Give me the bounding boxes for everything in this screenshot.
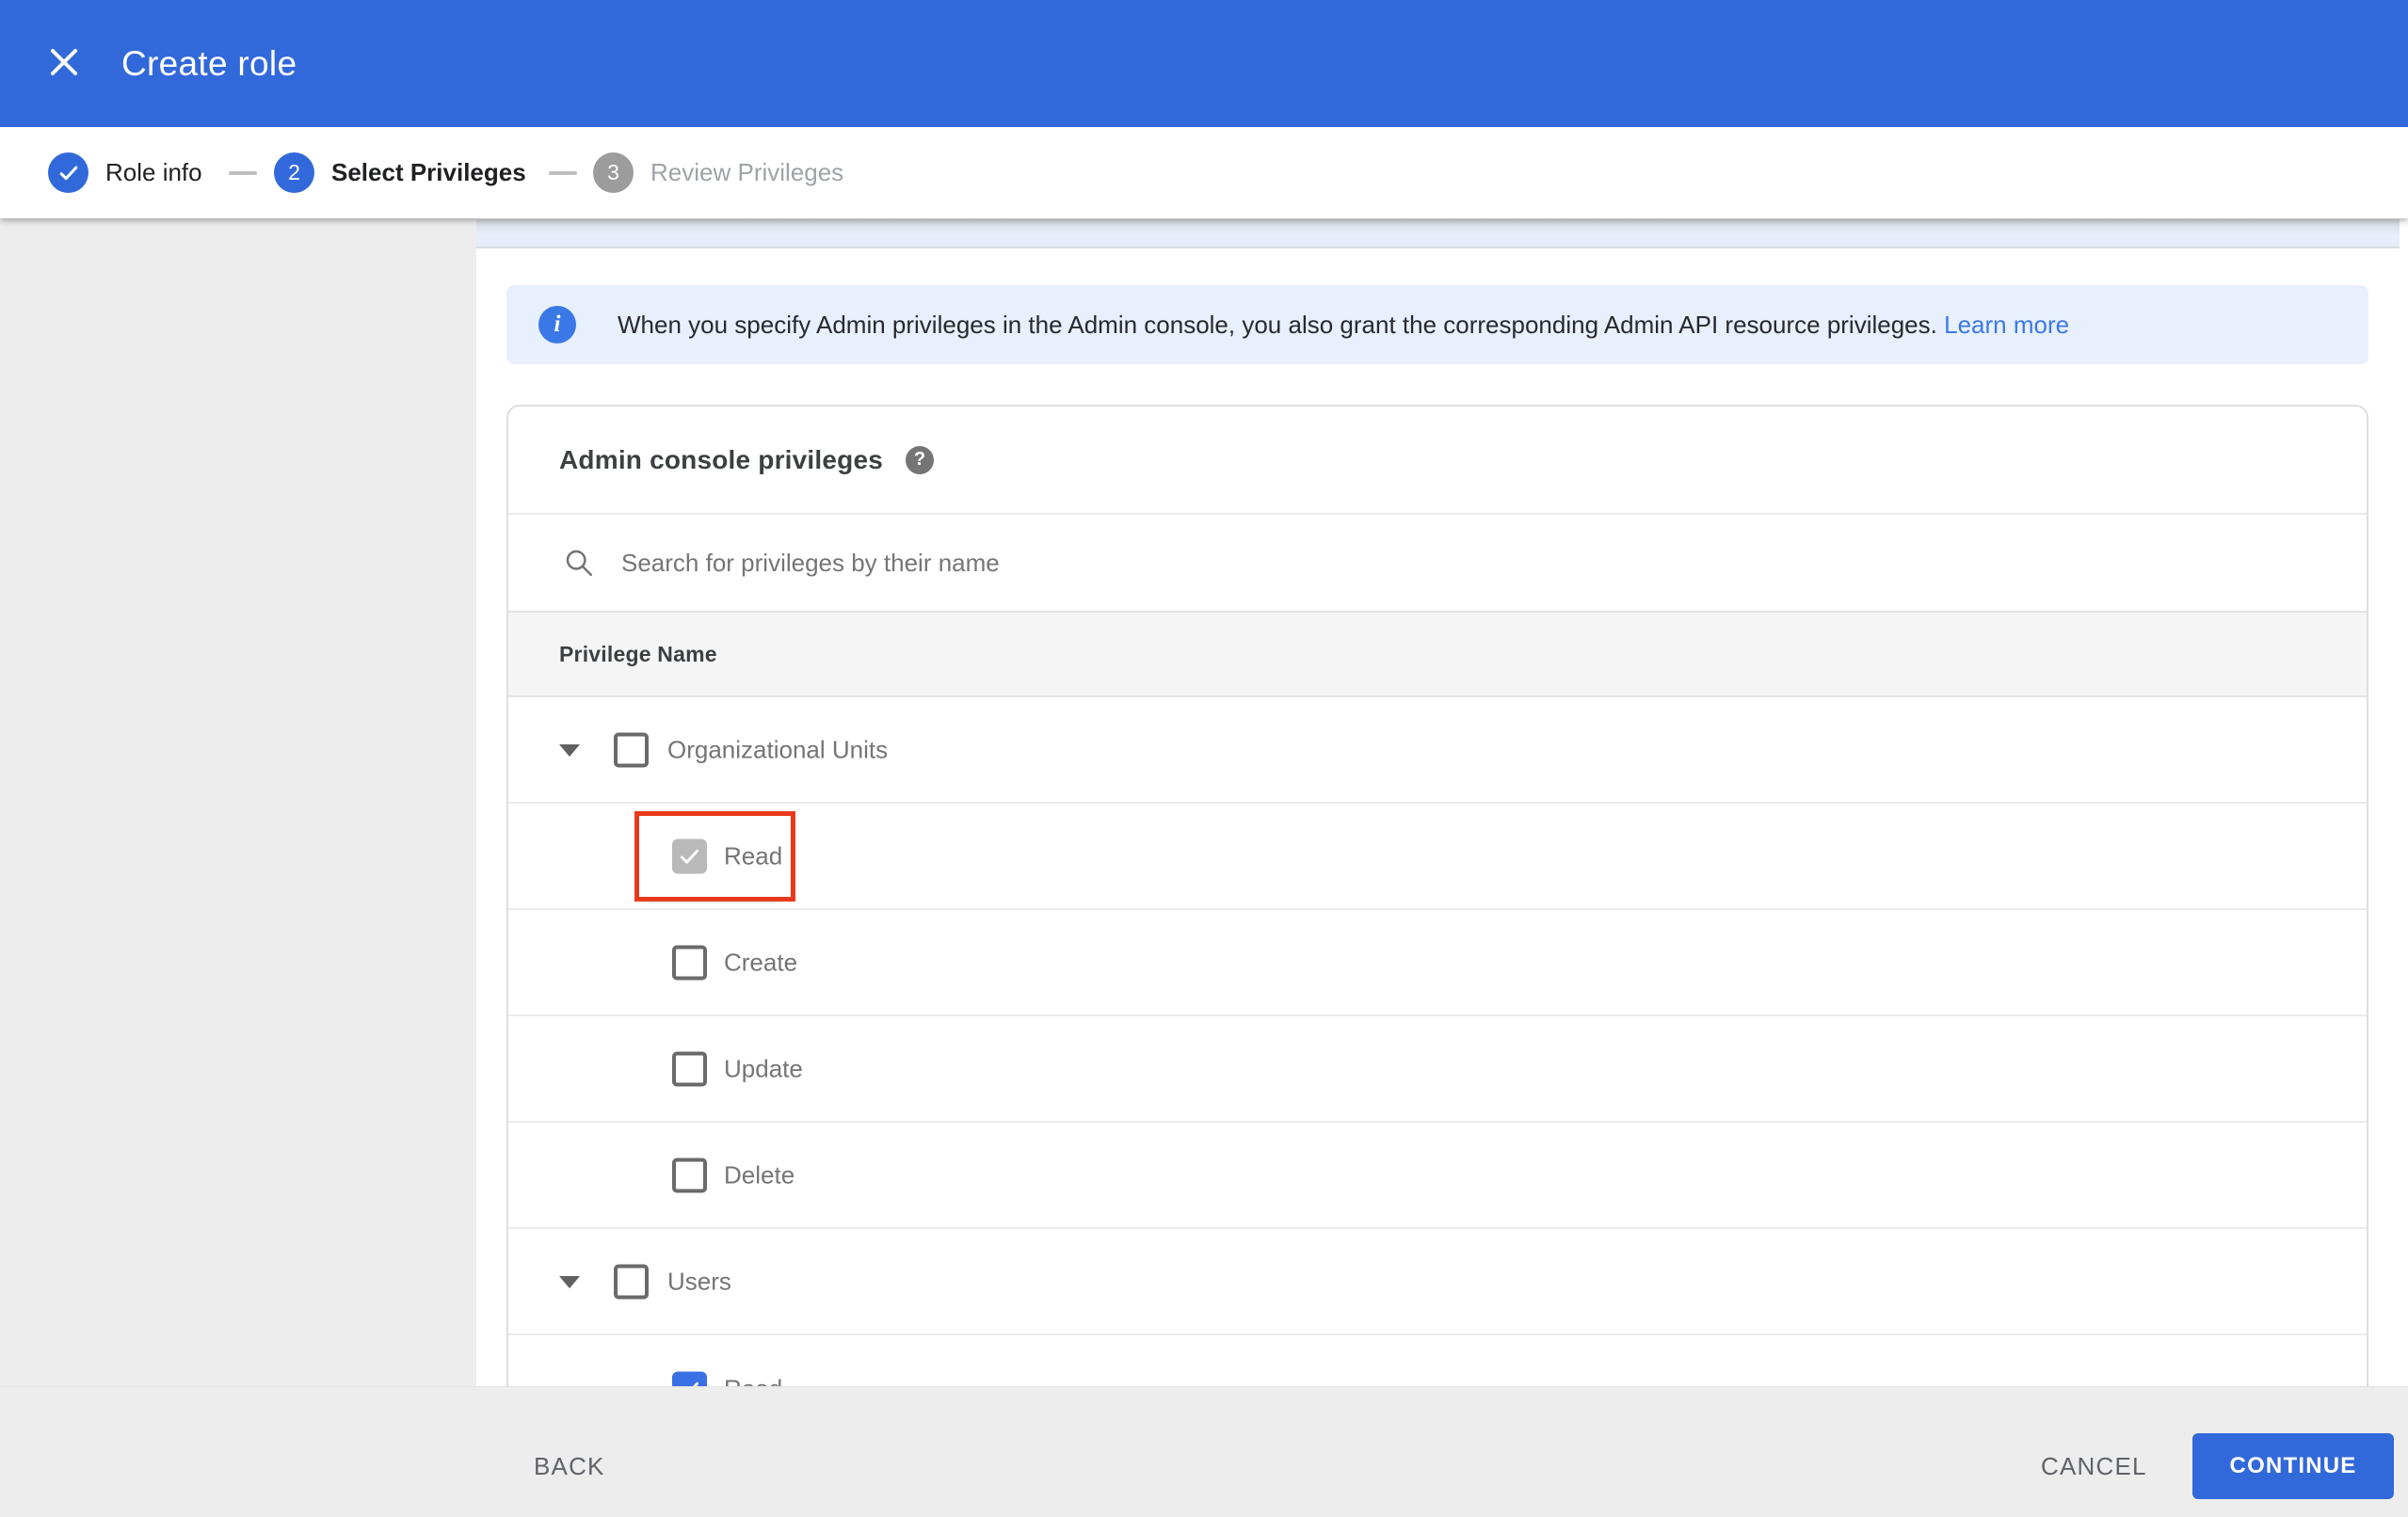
privilege-row: Read [508, 804, 2367, 910]
privilege-row: Create [508, 910, 2367, 1016]
privilege-row: Update [508, 1016, 2367, 1123]
back-button[interactable]: BACK [534, 1387, 605, 1517]
step-2-circle[interactable]: 2 [274, 152, 314, 193]
footer-bar: BACK CANCEL CONTINUE [0, 1386, 2408, 1517]
privilege-label: Delete [724, 1160, 795, 1189]
create-role-dialog: Create role Role info 2 Select Privilege… [0, 0, 2408, 1517]
privilege-label: Read [724, 841, 783, 870]
privilege-checkbox[interactable] [672, 1371, 707, 1386]
app-bar: Create role [0, 0, 2408, 127]
privilege-checkbox[interactable] [672, 838, 707, 873]
privilege-search-row [508, 515, 2367, 611]
privilege-checkbox[interactable] [672, 945, 707, 980]
stepper: Role info 2 Select Privileges 3 Review P… [0, 127, 2408, 218]
privilege-row: Organizational Units [508, 697, 2367, 804]
info-banner: i When you specify Admin privileges in t… [506, 285, 2368, 364]
learn-more-link[interactable]: Learn more [1944, 311, 2069, 339]
search-input[interactable] [619, 515, 2220, 611]
step-3-circle: 3 [593, 152, 634, 193]
privilege-checkbox[interactable] [672, 1051, 707, 1086]
info-banner-text: When you specify Admin privileges in the… [618, 285, 2069, 364]
privileges-list: Organizational Units Read Create Update Dele… [508, 697, 2367, 1386]
step-1-label[interactable]: Role info [105, 127, 202, 218]
content-area: i When you specify Admin privileges in t… [476, 218, 2408, 1386]
privilege-label: Users [667, 1267, 731, 1295]
step-3-label: Review Privileges [650, 158, 844, 186]
cancel-button[interactable]: CANCEL [2041, 1387, 2147, 1517]
expander-triangle-icon[interactable] [559, 1275, 580, 1288]
column-header: Privilege Name [508, 611, 2367, 697]
card-title: Admin console privileges [559, 444, 883, 474]
privilege-checkbox[interactable] [614, 1264, 649, 1299]
dialog-title: Create role [121, 44, 297, 83]
info-icon: i [538, 306, 576, 343]
privilege-row: Delete [508, 1123, 2367, 1229]
privilege-row: Users [508, 1229, 2367, 1335]
continue-button[interactable]: CONTINUE [2192, 1433, 2394, 1499]
step-divider [229, 171, 257, 175]
expander-triangle-icon[interactable] [559, 743, 580, 757]
info-banner-message: When you specify Admin privileges in the… [618, 311, 1937, 339]
privilege-label: Organizational Units [667, 735, 889, 763]
privilege-label: Update [724, 1054, 803, 1082]
privilege-label: Read [724, 1374, 782, 1386]
left-gutter [0, 218, 476, 1386]
privilege-label: Create [724, 948, 798, 976]
privilege-row: Read [508, 1335, 2367, 1386]
privileges-card: Admin console privileges ? Privilege Nam… [506, 405, 2368, 1386]
step-divider [549, 171, 577, 175]
step-2-label[interactable]: Select Privileges [331, 127, 526, 218]
privilege-checkbox[interactable] [672, 1158, 707, 1192]
privilege-checkbox[interactable] [614, 732, 649, 767]
scrolled-banner-edge [476, 219, 2400, 248]
help-icon[interactable]: ? [906, 445, 934, 474]
card-header: Admin console privileges ? [508, 407, 2367, 515]
step-1-check-icon[interactable] [48, 152, 88, 193]
search-icon [563, 547, 595, 583]
close-icon[interactable] [45, 43, 83, 81]
